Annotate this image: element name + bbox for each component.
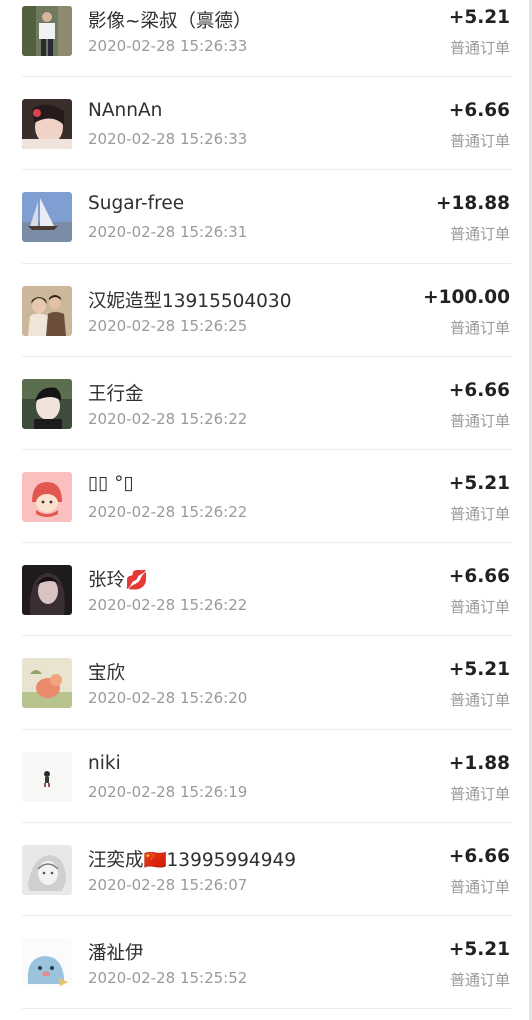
- avatar[interactable]: [22, 844, 72, 895]
- order-type: 普通订单: [449, 784, 510, 803]
- order-time: 2020-02-28 15:26:31: [88, 223, 248, 242]
- avatar[interactable]: [22, 192, 72, 243]
- order-time: 2020-02-28 15:26:25: [88, 316, 248, 335]
- order-amount: +100.00: [423, 286, 510, 308]
- avatar[interactable]: [22, 6, 72, 56]
- order-amount: +6.66: [448, 845, 510, 867]
- order-amount: +5.21: [448, 938, 510, 960]
- order-type: 普通订单: [449, 411, 510, 430]
- order-amount: +5.21: [448, 7, 510, 28]
- order-time: 2020-02-28 15:26:22: [88, 596, 248, 615]
- avatar[interactable]: [22, 471, 72, 522]
- avatar[interactable]: [22, 565, 72, 616]
- customer-name: ▯▯ °▯: [88, 472, 134, 494]
- divider: [22, 1008, 511, 1010]
- list-item[interactable]: NAnnAn 2020-02-28 15:26:33 +6.66 普通订单: [0, 77, 529, 171]
- order-time: 2020-02-28 15:26:33: [88, 130, 248, 149]
- order-type: 普通订单: [449, 132, 510, 151]
- order-type: 普通订单: [449, 598, 510, 617]
- list-item[interactable]: 潘祉伊 2020-02-28 15:25:52 +5.21 普通订单: [0, 916, 529, 1010]
- customer-name: 影像~梁叔（禀德）: [88, 11, 252, 32]
- avatar[interactable]: [22, 751, 72, 802]
- list-item[interactable]: Sugar-free 2020-02-28 15:26:31 +18.88 普通…: [0, 170, 529, 264]
- order-amount: +6.66: [448, 100, 510, 122]
- order-type: 普通订单: [449, 877, 510, 896]
- order-time: 2020-02-28 15:25:52: [88, 968, 248, 987]
- order-amount: +18.88: [435, 193, 510, 215]
- order-type: 普通订单: [449, 39, 510, 57]
- order-amount: +1.88: [448, 752, 510, 774]
- order-time: 2020-02-28 15:26:33: [88, 37, 248, 55]
- customer-name: 汉妮造型13915504030: [88, 290, 292, 312]
- list-item[interactable]: 宝欣 2020-02-28 15:26:20 +5.21 普通订单: [0, 636, 529, 730]
- order-time: 2020-02-28 15:26:22: [88, 502, 248, 521]
- order-type: 普通订单: [449, 504, 510, 523]
- avatar[interactable]: [22, 99, 72, 150]
- list-item[interactable]: niki 2020-02-28 15:26:19 +1.88 普通订单: [0, 730, 529, 823]
- order-time: 2020-02-28 15:26:20: [88, 689, 248, 708]
- order-amount: +6.66: [448, 379, 510, 401]
- order-amount: +6.66: [448, 566, 510, 588]
- order-type: 普通订单: [449, 691, 510, 710]
- customer-name: 王行金: [88, 383, 144, 405]
- avatar[interactable]: [22, 937, 72, 988]
- order-time: 2020-02-28 15:26:07: [88, 875, 248, 894]
- order-list: 影像~梁叔（禀德） 2020-02-28 15:26:33 +5.21 普通订单…: [0, 0, 529, 1010]
- avatar[interactable]: [22, 285, 72, 336]
- list-item[interactable]: 影像~梁叔（禀德） 2020-02-28 15:26:33 +5.21 普通订单: [0, 0, 529, 78]
- order-amount: +5.21: [448, 472, 510, 494]
- customer-name: NAnnAn: [88, 100, 163, 122]
- order-time: 2020-02-28 15:26:22: [88, 409, 248, 428]
- order-amount: +5.21: [448, 659, 510, 681]
- avatar[interactable]: [22, 658, 72, 709]
- order-time: 2020-02-28 15:26:19: [88, 782, 248, 801]
- customer-name: Sugar-free: [88, 193, 185, 215]
- list-item[interactable]: ▯▯ °▯ 2020-02-28 15:26:22 +5.21 普通订单: [0, 450, 529, 544]
- order-type: 普通订单: [449, 225, 510, 244]
- order-type: 普通订单: [449, 318, 510, 337]
- customer-name: 汪奕成🇨🇳13995994949: [88, 849, 297, 871]
- order-type: 普通订单: [449, 970, 510, 989]
- customer-name: 张玲💋: [88, 570, 149, 592]
- list-item[interactable]: 王行金 2020-02-28 15:26:22 +6.66 普通订单: [0, 357, 529, 450]
- list-item[interactable]: 汉妮造型13915504030 2020-02-28 15:26:25 +100…: [0, 264, 529, 357]
- list-item[interactable]: 汪奕成🇨🇳13995994949 2020-02-28 15:26:07 +6.…: [0, 823, 529, 916]
- list-item[interactable]: 张玲💋 2020-02-28 15:26:22 +6.66 普通订单: [0, 543, 529, 637]
- customer-name: niki: [88, 752, 121, 774]
- customer-name: 宝欣: [88, 663, 126, 685]
- customer-name: 潘祉伊: [88, 942, 144, 964]
- avatar[interactable]: [22, 378, 72, 429]
